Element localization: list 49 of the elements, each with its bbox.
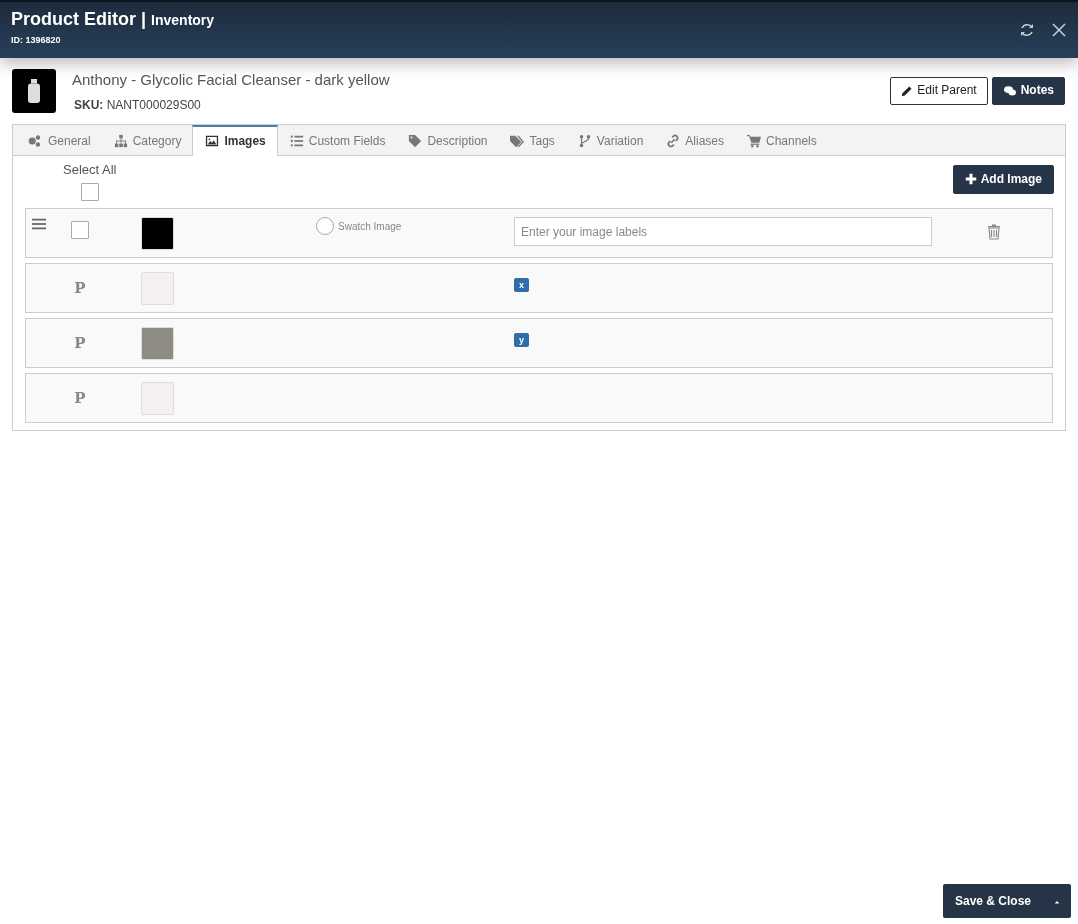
tab[interactable]: Tags <box>498 124 566 155</box>
parent-marker: P <box>73 388 87 409</box>
close-icon[interactable] <box>1051 22 1067 38</box>
cart-icon <box>746 133 762 148</box>
tags-icon <box>509 133 526 148</box>
photo-placeholder <box>140 382 174 415</box>
tab[interactable]: Images <box>192 124 278 156</box>
window-title: Product Editor <box>11 9 136 29</box>
tab[interactable]: Aliases <box>654 124 735 155</box>
caret-up-icon <box>1053 898 1061 905</box>
edit-parent-button[interactable]: Edit Parent <box>890 77 988 106</box>
window-subtitle: Inventory <box>151 12 215 28</box>
tab[interactable]: General <box>13 124 102 155</box>
tag-icon <box>407 133 424 148</box>
record-id: ID: 1396820 <box>11 33 62 47</box>
select-all-checkbox[interactable] <box>80 183 99 201</box>
tab[interactable]: Channels <box>735 124 828 155</box>
parent-marker: P <box>73 278 87 299</box>
photo-placeholder <box>140 272 174 305</box>
sku-value: NANT000029S00 <box>106 97 201 112</box>
link-icon <box>665 133 682 148</box>
tab[interactable]: Category <box>101 124 193 155</box>
photo-placeholder <box>140 217 174 250</box>
sku-label: SKU: <box>74 97 104 112</box>
notes-button[interactable]: Notes <box>991 77 1065 106</box>
title-separator: | <box>141 9 147 29</box>
plus-icon <box>964 173 977 186</box>
product-name: Anthony - Glycolic Facial Cleanser - dark yellow <box>72 70 390 90</box>
swatch-label: Swatch Image <box>338 219 402 234</box>
drag-handle-icon[interactable] <box>31 217 47 231</box>
add-image-button[interactable]: Add Image <box>952 164 1054 195</box>
photo-placeholder <box>140 327 174 360</box>
swatch-radio[interactable] <box>316 217 334 235</box>
trash-icon[interactable] <box>986 223 1002 241</box>
image-labels-field[interactable]: Enter your image labels <box>514 217 932 246</box>
parent-marker: P <box>73 333 87 354</box>
image-checkbox[interactable] <box>71 221 89 239</box>
tab[interactable]: Custom Fields <box>277 124 397 155</box>
refresh-icon[interactable] <box>1019 22 1035 38</box>
sitemap-icon <box>112 133 129 148</box>
list-icon <box>288 133 305 148</box>
image-label-tag: x <box>514 278 529 292</box>
image-icon <box>204 134 221 148</box>
speech-bubbles-icon <box>1002 85 1017 98</box>
image-label-tag: y <box>514 333 529 347</box>
tab[interactable]: Description <box>396 124 499 155</box>
tab[interactable]: Variation <box>565 124 655 155</box>
select-all-label: Select All <box>63 160 117 179</box>
pencil-icon <box>901 85 914 98</box>
